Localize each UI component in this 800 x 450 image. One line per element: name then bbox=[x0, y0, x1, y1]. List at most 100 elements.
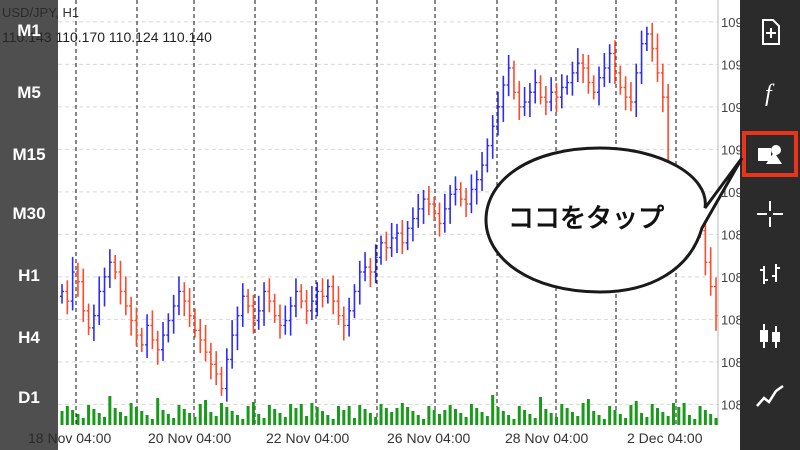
volume-bar bbox=[656, 408, 660, 425]
candles-icon[interactable] bbox=[752, 318, 788, 354]
ohlc-bar bbox=[506, 54, 511, 97]
timeframe-h4[interactable]: H4 bbox=[0, 318, 58, 358]
volume-bar bbox=[225, 407, 229, 425]
ohlc-bar bbox=[150, 310, 155, 350]
timeframe-m5[interactable]: M5 bbox=[0, 73, 58, 113]
ohlc-bar bbox=[400, 220, 405, 255]
volume-bar bbox=[336, 406, 340, 425]
volume-bar bbox=[326, 415, 330, 425]
volume-bar bbox=[666, 416, 670, 425]
timeframe-m1[interactable]: M1 bbox=[0, 11, 58, 51]
ohlc-bar bbox=[331, 275, 336, 315]
ohlc-bar bbox=[527, 83, 532, 118]
volume-bar bbox=[709, 414, 713, 425]
volume-bar bbox=[124, 416, 128, 425]
ohlc-bar bbox=[203, 324, 208, 362]
volume-bar bbox=[358, 405, 362, 425]
ohlc-bar bbox=[182, 282, 187, 317]
volume-bar bbox=[188, 413, 192, 425]
ohlc-bar bbox=[65, 280, 70, 315]
volume-bar bbox=[469, 404, 473, 425]
volume-bar bbox=[629, 405, 633, 425]
ohlc-bar bbox=[102, 267, 107, 307]
volume-bar bbox=[262, 418, 266, 425]
price-tick-label: 108.585 bbox=[721, 312, 740, 327]
volume-bar bbox=[251, 402, 255, 425]
ohlc-bar bbox=[591, 75, 596, 100]
volume-bar bbox=[703, 410, 707, 425]
ohlc-bar bbox=[634, 63, 639, 118]
volume-bar bbox=[443, 410, 447, 425]
volume-bar bbox=[283, 417, 287, 425]
ohlc-bar bbox=[474, 170, 479, 205]
volume-bar bbox=[172, 418, 176, 425]
volume-bar bbox=[257, 414, 261, 425]
volume-bar bbox=[220, 403, 224, 425]
time-tick-label: 20 Nov 04:00 bbox=[148, 430, 231, 446]
timeframe-m30[interactable]: M30 bbox=[0, 194, 58, 234]
volume-bar bbox=[352, 418, 356, 425]
ohlc-bar bbox=[267, 278, 272, 313]
ohlc-bar bbox=[501, 75, 506, 122]
line-chart-icon[interactable] bbox=[752, 378, 788, 414]
ohlc-bar bbox=[458, 182, 463, 207]
ohlc-bar bbox=[187, 288, 192, 327]
volume-bar bbox=[363, 409, 367, 425]
volume-bar bbox=[459, 413, 463, 425]
volume-bar bbox=[453, 409, 457, 425]
volume-bar bbox=[65, 406, 69, 425]
volume-bar bbox=[145, 415, 149, 425]
new-chart-icon[interactable] bbox=[752, 14, 788, 50]
price-tick-label: 109.635 bbox=[721, 57, 740, 72]
time-tick-label: 28 Nov 04:00 bbox=[505, 430, 588, 446]
ohlc-bar bbox=[368, 257, 373, 288]
volume-bar bbox=[92, 409, 96, 425]
ohlc-bar bbox=[293, 278, 298, 318]
volume-bar bbox=[597, 415, 601, 425]
volume-bar bbox=[608, 406, 612, 425]
ohlc-bar bbox=[235, 306, 240, 351]
volume-bar bbox=[411, 411, 415, 425]
timeframe-m15[interactable]: M15 bbox=[0, 135, 58, 175]
ohlc-bar bbox=[714, 277, 718, 331]
volume-bar bbox=[71, 410, 75, 425]
ohlc-bar bbox=[666, 84, 671, 182]
ohlc-bar bbox=[394, 223, 399, 254]
timeframe-h1[interactable]: H1 bbox=[0, 256, 58, 296]
bars-icon[interactable] bbox=[752, 256, 788, 292]
timeframe-d1[interactable]: D1 bbox=[0, 378, 58, 418]
ohlc-bar bbox=[299, 284, 304, 309]
volume-bar bbox=[491, 395, 495, 425]
volume-bar bbox=[368, 413, 372, 425]
volume-bar bbox=[299, 404, 303, 425]
volume-bar bbox=[177, 405, 181, 425]
ohlc-bar bbox=[166, 313, 171, 343]
volume-bar bbox=[613, 410, 617, 425]
ohlc-bar bbox=[75, 262, 80, 297]
ohlc-bar bbox=[437, 202, 442, 237]
time-tick-label: 2 Dec 04:00 bbox=[627, 430, 703, 446]
volume-bar bbox=[432, 410, 436, 425]
volume-bar bbox=[634, 401, 638, 425]
volume-bar bbox=[533, 418, 537, 425]
volume-bar bbox=[108, 396, 112, 425]
volume-bar bbox=[97, 413, 101, 425]
volume-bar bbox=[645, 417, 649, 425]
crosshair-icon[interactable] bbox=[752, 196, 788, 232]
ohlc-bar bbox=[325, 279, 330, 304]
volume-bar bbox=[129, 403, 133, 425]
volume-bar bbox=[485, 416, 489, 425]
volume-bar bbox=[87, 405, 91, 425]
volume-bar bbox=[182, 409, 186, 425]
volume-bar bbox=[475, 408, 479, 425]
ohlc-bar bbox=[480, 152, 485, 191]
volume-bar bbox=[246, 406, 250, 425]
volume-bar bbox=[76, 414, 80, 425]
volume-bar bbox=[150, 419, 154, 425]
indicators-icon[interactable]: f bbox=[752, 74, 788, 110]
ohlc-bar bbox=[602, 52, 607, 87]
ohlc-bar bbox=[533, 69, 538, 104]
time-tick-label: 22 Nov 04:00 bbox=[266, 430, 349, 446]
ohlc-bar bbox=[198, 319, 203, 354]
volume-bar bbox=[602, 419, 606, 425]
